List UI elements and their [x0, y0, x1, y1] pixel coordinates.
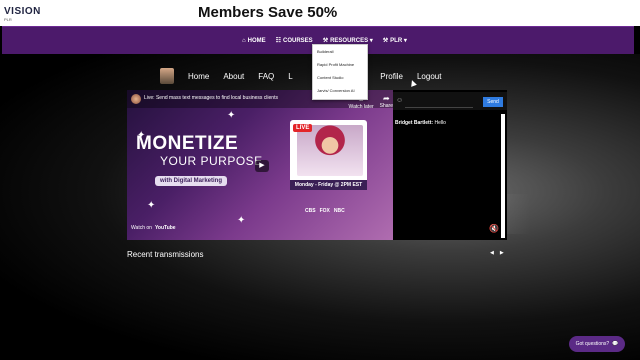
youtube-logo: YouTube: [154, 225, 176, 231]
nav-resources[interactable]: ⚒ RESOURCES ▾: [323, 37, 373, 44]
watch-on-label: Watch on: [131, 225, 152, 231]
carousel-pager: ◀ ▶: [490, 250, 504, 256]
site-nav-logout[interactable]: Logout: [417, 72, 441, 81]
chat-message-text: Hello: [434, 120, 446, 126]
site-nav: Home About FAQ L gress Profile Logout: [160, 66, 441, 86]
chat-input-row: ☺ Send: [393, 92, 507, 110]
resources-dropdown: Builderall Rapid Profit Machine Content …: [312, 44, 368, 100]
video-tagline: with Digital Marketing: [155, 176, 228, 186]
dropdown-item-builderall[interactable]: Builderall: [313, 45, 367, 58]
site-nav-home[interactable]: Home: [188, 72, 209, 81]
top-header: VISION PLR Members Save 50%: [0, 0, 640, 26]
live-badge: LIVE: [293, 124, 313, 132]
mute-icon[interactable]: 🔇: [489, 224, 499, 233]
share-label: Share: [379, 103, 393, 109]
nav-plr[interactable]: ⚒ PLR ▾: [383, 37, 407, 44]
cbs-logo: CBS: [305, 208, 316, 214]
next-arrow-icon[interactable]: ▶: [500, 250, 504, 256]
media-logos: CBS FOX NBC: [305, 208, 345, 214]
video-title[interactable]: Live: Send mass text messages to find lo…: [144, 95, 324, 101]
host-photo: [297, 125, 363, 176]
watch-later-label: Watch later: [348, 104, 374, 110]
chat-scrollbar[interactable]: [501, 114, 505, 238]
share-icon: ➦: [382, 94, 390, 103]
promo-banner: Members Save 50%: [198, 4, 338, 21]
got-questions-label: Got questions?: [575, 341, 610, 347]
emoji-icon[interactable]: ☺: [396, 97, 403, 104]
nav-home-label: HOME: [247, 37, 266, 44]
chat-send-button[interactable]: Send: [483, 97, 503, 107]
courses-icon: ☷: [275, 38, 282, 44]
nav-courses[interactable]: ☷ COURSES: [275, 37, 313, 45]
nav-home[interactable]: ⌂ HOME: [242, 38, 266, 44]
logo-subtext: PLR: [4, 17, 12, 22]
resources-icon: ⚒: [322, 38, 329, 44]
share-button[interactable]: ➦ Share: [380, 94, 393, 110]
video-player[interactable]: ✦ ✦ ✦ ✦ Live: Send mass text messages to…: [127, 90, 393, 240]
site-logo[interactable]: VISION: [4, 6, 41, 17]
plr-icon: ⚒: [382, 38, 389, 44]
star-decoration: ✦: [237, 215, 246, 226]
chat-message: Bridget Bartlett: Hello: [395, 120, 446, 126]
nav-resources-label: RESOURCES ▾: [330, 38, 373, 44]
star-decoration: ✦: [227, 110, 236, 121]
recent-transmissions-heading: Recent transmissions: [127, 250, 204, 259]
dropdown-item-rapid-profit[interactable]: Rapid Profit Machine: [313, 58, 367, 71]
star-decoration: ✦: [147, 200, 156, 211]
fox-logo: FOX: [319, 208, 330, 214]
play-button[interactable]: ▶: [255, 160, 269, 172]
schedule-text: Monday - Friday @ 2PM EST: [290, 180, 367, 190]
channel-avatar[interactable]: [131, 94, 141, 104]
avatar[interactable]: [160, 68, 174, 84]
chat-panel: ☺ Send Bridget Bartlett: Hello 🔇: [393, 90, 507, 240]
dropdown-item-jarvis[interactable]: Jarvis/ Conversion AI: [313, 84, 367, 97]
home-icon: ⌂: [242, 37, 246, 44]
chat-input[interactable]: [405, 95, 473, 108]
site-nav-partial-l[interactable]: L: [288, 72, 292, 81]
chat-message-author: Bridget Bartlett:: [395, 120, 434, 126]
nbc-logo: NBC: [333, 208, 345, 214]
video-headline: MONETIZE: [136, 133, 239, 154]
got-questions-button[interactable]: Got questions? 💬: [569, 336, 625, 352]
watch-on-youtube[interactable]: Watch on YouTube: [131, 225, 176, 231]
site-nav-faq[interactable]: FAQ: [258, 72, 274, 81]
video-subheadline: YOUR PURPOSE: [160, 154, 263, 168]
nav-plr-label: PLR ▾: [390, 38, 407, 44]
site-nav-about[interactable]: About: [223, 72, 244, 81]
nav-courses-label: COURSES: [283, 37, 313, 44]
prev-arrow-icon[interactable]: ◀: [490, 250, 494, 256]
site-nav-profile[interactable]: Profile: [380, 72, 403, 81]
chat-bubble-icon: 💬: [612, 341, 619, 347]
dropdown-item-content-studio[interactable]: Content Studio: [313, 71, 367, 84]
